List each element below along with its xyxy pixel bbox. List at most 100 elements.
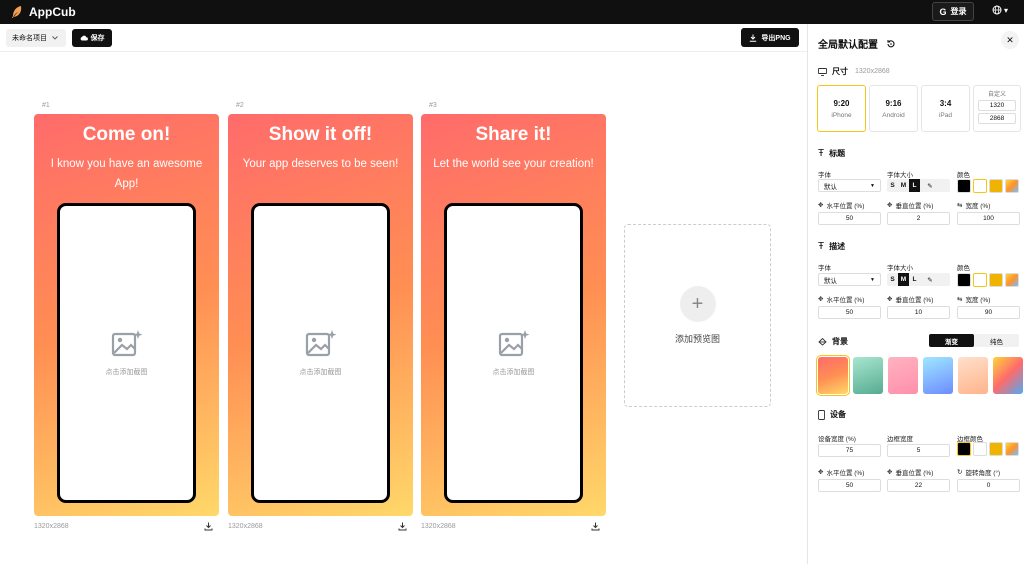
preview-card[interactable]: Come on! I know you have an awesome App!… — [34, 114, 219, 516]
desc-hpos-input[interactable]: 50 — [818, 306, 881, 319]
phone-frame[interactable]: 点击添加截图 — [251, 203, 390, 503]
size-l-option[interactable]: L — [909, 273, 920, 286]
size-option-iphone[interactable]: 9:20 iPhone — [817, 85, 866, 132]
size-option-android[interactable]: 9:16 Android — [869, 85, 918, 132]
top-bar: AppCub G 登录 ▾ — [0, 0, 1024, 24]
card-number: #3 — [429, 102, 437, 109]
panel-title-text: 全局默认配置 — [818, 40, 878, 51]
add-screenshot-label: 点击添加截图 — [105, 369, 148, 376]
color-swatch-yellow[interactable] — [989, 179, 1003, 193]
size-m-option[interactable]: M — [898, 179, 909, 192]
size-l-option[interactable]: L — [909, 179, 920, 192]
size-option-ipad[interactable]: 3:4 iPad — [921, 85, 970, 132]
preview-card[interactable]: Show it off! Your app deserves to be see… — [228, 114, 413, 516]
add-preview-button[interactable]: + 添加预览图 — [624, 224, 771, 407]
size-option-custom[interactable]: 自定义 1320 2868 — [973, 85, 1021, 132]
reset-icon[interactable] — [886, 39, 896, 49]
toolbar: 未命名项目 保存 导出PNG — [0, 24, 807, 52]
device-border-input[interactable]: 5 — [887, 444, 950, 457]
custom-width-input[interactable]: 1320 — [978, 100, 1016, 111]
download-icon[interactable] — [591, 522, 600, 531]
background-section-label: 背景 — [832, 337, 848, 346]
download-icon[interactable] — [204, 522, 213, 531]
tab-solid[interactable]: 纯色 — [974, 334, 1019, 347]
title-vpos-input[interactable]: 2 — [887, 212, 950, 225]
color-swatch-black[interactable] — [957, 179, 971, 193]
desc-vpos-input[interactable]: 10 — [887, 306, 950, 319]
device-hpos-label: ✥ 水平位置 (%) — [818, 467, 864, 477]
export-png-button[interactable]: 导出PNG — [741, 28, 799, 47]
color-swatch-yellow[interactable] — [989, 442, 1003, 456]
project-name: 未命名项目 — [12, 35, 47, 42]
width-arrows-icon: ⇆ — [957, 202, 963, 209]
color-swatch-white[interactable] — [973, 273, 987, 287]
desc-vpos-label: ✥ 垂直位置 (%) — [887, 294, 933, 304]
tab-gradient[interactable]: 渐变 — [929, 334, 974, 347]
size-m-option[interactable]: M — [898, 273, 909, 286]
width-arrows-icon: ⇆ — [957, 296, 963, 303]
bg-preset-sky[interactable] — [923, 357, 953, 394]
background-type-tabs: 渐变 纯色 — [929, 334, 1019, 347]
screenshot-card-3: #3 Share it! Let the world see your crea… — [421, 102, 606, 531]
color-swatch-black[interactable] — [957, 442, 971, 456]
color-swatch-white[interactable] — [973, 179, 987, 193]
bg-preset-custom-picker[interactable] — [993, 357, 1023, 394]
phone-frame[interactable]: 点击添加截图 — [57, 203, 196, 503]
pen-icon[interactable]: ✎ — [920, 273, 940, 286]
device-hpos-input[interactable]: 50 — [818, 479, 881, 492]
background-section-header: 背景 — [818, 336, 848, 347]
device-hpos-label-text: 水平位置 (%) — [826, 470, 865, 477]
title-hpos-input[interactable]: 50 — [818, 212, 881, 225]
title-font-select[interactable]: 默认 ▼ — [818, 179, 881, 192]
download-icon[interactable] — [398, 522, 407, 531]
title-color-label: 颜色 — [957, 172, 970, 179]
bg-preset-peach[interactable] — [958, 357, 988, 394]
download-icon — [750, 34, 757, 42]
language-button[interactable]: ▾ — [992, 5, 1008, 15]
add-image-icon — [111, 330, 142, 357]
project-select[interactable]: 未命名项目 — [6, 29, 66, 47]
bg-preset-sunset[interactable] — [816, 355, 850, 396]
add-screenshot-label: 点击添加截图 — [492, 369, 535, 376]
size-s-option[interactable]: S — [887, 273, 898, 286]
color-swatch-black[interactable] — [957, 273, 971, 287]
device-rotation-input[interactable]: 0 — [957, 479, 1020, 492]
desc-color-label: 颜色 — [957, 265, 970, 272]
device-rotation-label: ↻ 旋转角度 (°) — [957, 467, 1000, 477]
save-button[interactable]: 保存 — [72, 29, 112, 47]
login-button[interactable]: G 登录 — [932, 2, 974, 21]
pen-icon[interactable]: ✎ — [920, 179, 940, 192]
paint-bucket-icon — [818, 337, 827, 346]
custom-height-input[interactable]: 2868 — [978, 113, 1016, 124]
color-swatch-yellow[interactable] — [989, 273, 1003, 287]
add-screenshot-label: 点击添加截图 — [299, 369, 342, 376]
device-rotation-label-text: 旋转角度 (°) — [965, 470, 1001, 477]
desc-font-select[interactable]: 默认 ▼ — [818, 273, 881, 286]
title-section-header: Ŧ 标题 — [818, 148, 845, 159]
size-s-option[interactable]: S — [887, 179, 898, 192]
preview-card[interactable]: Share it! Let the world see your creatio… — [421, 114, 606, 516]
bg-preset-pink[interactable] — [888, 357, 918, 394]
desc-width-label: ⇆ 宽度 (%) — [957, 294, 990, 304]
desc-vpos-label-text: 垂直位置 (%) — [895, 297, 934, 304]
phone-frame[interactable]: 点击添加截图 — [444, 203, 583, 503]
title-width-input[interactable]: 100 — [957, 212, 1020, 225]
size-ratio: 9:20 — [833, 98, 850, 108]
device-width-input[interactable]: 75 — [818, 444, 881, 457]
add-preview-label: 添加预览图 — [674, 334, 720, 344]
card-description: I know you have an awesome App! — [50, 158, 203, 190]
color-picker-icon[interactable] — [1005, 273, 1019, 287]
desc-width-input[interactable]: 90 — [957, 306, 1020, 319]
close-icon[interactable]: ✕ — [1001, 31, 1019, 49]
size-ratio: 3:4 — [939, 98, 952, 108]
device-width-label: 设备宽度 (%) — [818, 436, 856, 443]
color-picker-icon[interactable] — [1005, 179, 1019, 193]
bg-preset-mint[interactable] — [853, 357, 883, 394]
device-vpos-input[interactable]: 22 — [887, 479, 950, 492]
title-hpos-label: ✥ 水平位置 (%) — [818, 200, 864, 210]
desc-hpos-label: ✥ 水平位置 (%) — [818, 294, 864, 304]
size-options: 9:20 iPhone 9:16 Android 3:4 iPad 自定义 13… — [817, 85, 1021, 132]
color-swatch-white[interactable] — [973, 442, 987, 456]
color-picker-icon[interactable] — [1005, 442, 1019, 456]
screenshot-card-1: #1 Come on! I know you have an awesome A… — [34, 102, 219, 531]
